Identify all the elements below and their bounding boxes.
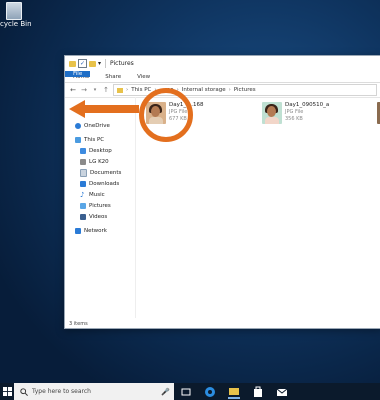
sidebar-item-this-pc[interactable]: This PC: [75, 135, 104, 144]
new-folder-quick-access-icon[interactable]: [89, 60, 96, 67]
tab-share[interactable]: Share: [97, 71, 129, 82]
sidebar-item-pictures[interactable]: Pictures: [80, 201, 111, 210]
status-bar-item-count: 3 items: [69, 321, 88, 327]
quick-access-dropdown-icon[interactable]: ▾: [98, 60, 101, 67]
photo-thumbnail: [262, 102, 282, 124]
tab-file[interactable]: File: [65, 71, 91, 77]
breadcrumb-internal-storage[interactable]: Internal storage: [182, 87, 226, 93]
phone-icon: [80, 158, 86, 165]
task-view-icon[interactable]: [180, 386, 192, 398]
store-icon[interactable]: [252, 386, 264, 398]
search-placeholder: Type here to search: [32, 388, 91, 395]
forward-arrow-icon[interactable]: →: [80, 86, 88, 94]
recycle-bin-icon: [6, 2, 22, 20]
sidebar-item-label: OneDrive: [84, 122, 110, 129]
computer-icon: [75, 136, 81, 143]
file-name: Day1_090510_a: [285, 102, 330, 108]
navigation-pane: OneDrive This PC Desktop LG K20 Document…: [65, 97, 136, 318]
sidebar-item-documents[interactable]: Documents: [80, 168, 121, 177]
sidebar-item-label: Videos: [89, 213, 108, 220]
list-item[interactable]: Day1_090510_a JPG File 356 KB: [262, 102, 329, 124]
download-icon: [80, 180, 86, 187]
sidebar-item-label: Network: [84, 227, 107, 234]
sidebar-item-downloads[interactable]: Downloads: [80, 179, 119, 188]
recycle-bin-shortcut[interactable]: cycle Bin: [0, 0, 32, 34]
cloud-icon: [75, 122, 81, 129]
sidebar-item-videos[interactable]: Videos: [80, 212, 107, 221]
ribbon-tabs: File Home Share View: [65, 71, 380, 83]
pictures-icon: [80, 202, 86, 209]
sidebar-item-label: Documents: [90, 169, 122, 176]
windows-logo-icon: [2, 387, 12, 396]
properties-quick-access-button[interactable]: ✓: [78, 59, 87, 68]
sidebar-item-label: Music: [89, 191, 105, 198]
sidebar-item-lg-k20[interactable]: LG K20: [80, 157, 109, 166]
file-type: JPG File: [285, 109, 304, 115]
mail-icon[interactable]: [276, 386, 288, 398]
taskbar-search-box[interactable]: Type here to search 🎤: [14, 383, 174, 400]
document-icon: [80, 168, 87, 177]
sidebar-item-label: Downloads: [89, 180, 120, 187]
taskbar: Type here to search 🎤: [0, 383, 380, 400]
title-bar: ✓ ▾ Pictures: [65, 56, 380, 71]
microphone-icon[interactable]: 🎤: [161, 388, 170, 396]
music-note-icon: ♪: [80, 190, 85, 199]
sidebar-item-music[interactable]: ♪ Music: [80, 190, 105, 199]
edge-browser-icon[interactable]: [204, 386, 216, 398]
highlight-circle: [139, 88, 193, 142]
recycle-bin-label: cycle Bin: [0, 20, 32, 28]
video-icon: [80, 213, 86, 220]
network-icon: [75, 227, 81, 234]
sidebar-item-network[interactable]: Network: [75, 226, 107, 235]
sidebar-item-label: Desktop: [89, 147, 112, 154]
window-title: Pictures: [110, 60, 134, 67]
file-explorer-window: ✓ ▾ Pictures File Home Share View ← → ▾ …: [64, 55, 380, 329]
back-arrow-icon[interactable]: ←: [69, 86, 77, 94]
search-icon: [20, 387, 28, 396]
file-explorer-icon[interactable]: [228, 385, 240, 399]
sidebar-item-label: LG K20: [89, 158, 109, 165]
address-bar-row: ← → ▾ ↑ › This PC › ...me › Internal sto…: [65, 83, 380, 98]
sidebar-item-onedrive[interactable]: OneDrive: [75, 121, 110, 130]
folder-icon: [69, 60, 76, 67]
tab-view[interactable]: View: [129, 71, 158, 82]
divider: [105, 59, 107, 68]
breadcrumb-pictures[interactable]: Pictures: [234, 87, 256, 93]
sidebar-item-desktop[interactable]: Desktop: [80, 146, 112, 155]
start-button[interactable]: [0, 387, 14, 396]
breadcrumb-this-pc[interactable]: This PC: [131, 87, 151, 93]
file-size: 356 KB: [285, 116, 303, 122]
left-arrow-annotation: [69, 100, 139, 118]
recent-locations-icon[interactable]: ▾: [91, 87, 99, 93]
sidebar-item-label: Pictures: [89, 202, 111, 209]
up-arrow-icon[interactable]: ↑: [102, 86, 110, 94]
sidebar-item-label: This PC: [84, 136, 105, 143]
desktop-icon: [80, 147, 86, 154]
folder-icon: [117, 87, 123, 93]
